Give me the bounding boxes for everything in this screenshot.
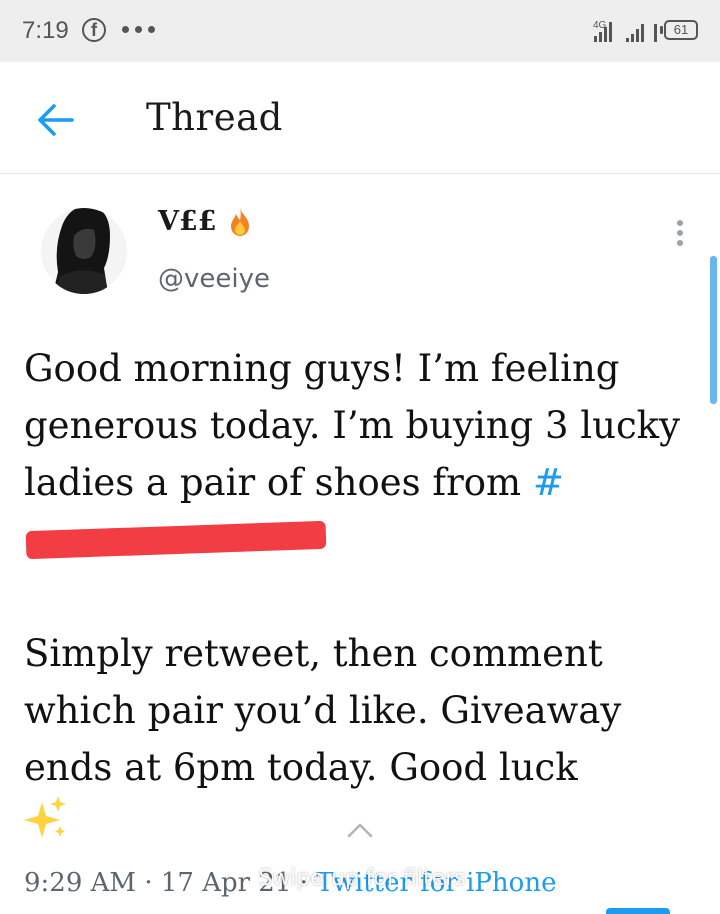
back-arrow-icon[interactable] [36, 102, 76, 138]
status-bar: 7:19 f 4G 61 [0, 0, 720, 62]
display-name-text: V££ [158, 206, 217, 237]
avatar[interactable] [40, 196, 128, 306]
facebook-icon: f [82, 18, 106, 42]
display-name[interactable]: V££ [158, 206, 253, 237]
battery-icon: 61 [660, 20, 698, 40]
scrollbar[interactable] [710, 256, 717, 404]
more-options-icon[interactable] [672, 218, 688, 248]
hashtag-symbol: # [532, 461, 564, 504]
tweet-text: Good morning guys! I’m feeling generous … [24, 340, 704, 854]
chevron-up-icon[interactable] [345, 818, 375, 840]
tweet-text-part2: Simply retweet, then comment which pair … [24, 632, 622, 789]
status-time: 7:19 [22, 17, 69, 44]
tweet-paragraph: Good morning guys! I’m feeling generous … [24, 340, 704, 568]
thread-header: Thread [0, 62, 720, 174]
more-dots-icon [122, 26, 155, 33]
sparkles-emoji-icon [24, 796, 66, 838]
signal-icon: 4G [593, 20, 657, 42]
fire-emoji-icon [230, 207, 249, 236]
page-title: Thread [146, 96, 283, 139]
swipe-up-hint: Swipe up for filters [258, 866, 466, 891]
compose-button-edge[interactable] [606, 908, 670, 914]
tweet-text-part1: Good morning guys! I’m feeling generous … [24, 347, 681, 504]
redaction-mark [25, 518, 327, 560]
user-handle[interactable]: @veeiye [158, 264, 270, 294]
